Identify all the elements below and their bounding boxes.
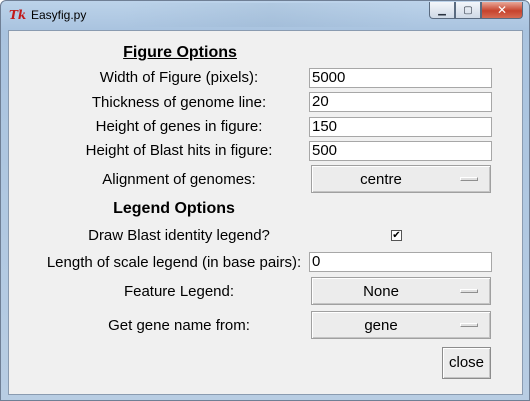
maximize-button[interactable]: ▢ (455, 2, 481, 19)
feature-legend-value: None (363, 283, 399, 300)
blast-height-input[interactable]: 500 (309, 141, 492, 161)
feature-legend-label: Feature Legend: (123, 283, 235, 300)
blast-legend-label: Draw Blast identity legend? (88, 227, 270, 244)
minimize-button[interactable]: ▁ (429, 2, 455, 19)
app-window: Tk Easyfig.py ▁ ▢ ✕ Figure Options Width… (0, 0, 530, 401)
dropdown-indicator-icon (460, 323, 478, 327)
width-input[interactable]: 5000 (309, 68, 492, 88)
thickness-label: Thickness of genome line: (91, 94, 267, 111)
blast-legend-checkbox[interactable]: ✔ (391, 230, 402, 241)
legend-options-heading: Legend Options (113, 200, 235, 217)
gene-name-value: gene (364, 317, 398, 334)
maximize-icon: ▢ (463, 4, 473, 16)
close-button[interactable]: close (442, 347, 491, 379)
feature-legend-menu[interactable]: None (311, 277, 491, 305)
scale-legend-input[interactable]: 0 (309, 252, 492, 272)
scale-legend-label: Length of scale legend (in base pairs): (46, 254, 302, 271)
window-controls: ▁ ▢ ✕ (429, 2, 523, 20)
gene-height-label: Height of genes in figure: (95, 118, 263, 135)
gene-name-label: Get gene name from: (108, 317, 250, 334)
gene-name-menu[interactable]: gene (311, 311, 491, 339)
alignment-value: centre (360, 171, 402, 188)
title-bar[interactable]: Tk Easyfig.py ▁ ▢ ✕ (1, 1, 529, 29)
window-title: Easyfig.py (31, 8, 87, 22)
dropdown-indicator-icon (460, 177, 478, 181)
width-label: Width of Figure (pixels): (99, 69, 259, 86)
tk-feather-icon: Tk (9, 8, 27, 22)
figure-options-heading: Figure Options (123, 44, 237, 61)
dropdown-indicator-icon (460, 289, 478, 293)
gene-height-input[interactable]: 150 (309, 117, 492, 137)
title-bar-glass (121, 3, 421, 27)
minimize-icon: ▁ (438, 4, 446, 16)
alignment-label: Alignment of genomes: (102, 171, 256, 188)
blast-height-label: Height of Blast hits in figure: (85, 142, 273, 159)
thickness-input[interactable]: 20 (309, 92, 492, 112)
window-close-button[interactable]: ✕ (481, 2, 523, 19)
alignment-menu[interactable]: centre (311, 165, 491, 193)
close-icon: ✕ (496, 3, 508, 17)
options-panel: Figure Options Width of Figure (pixels):… (8, 30, 523, 395)
